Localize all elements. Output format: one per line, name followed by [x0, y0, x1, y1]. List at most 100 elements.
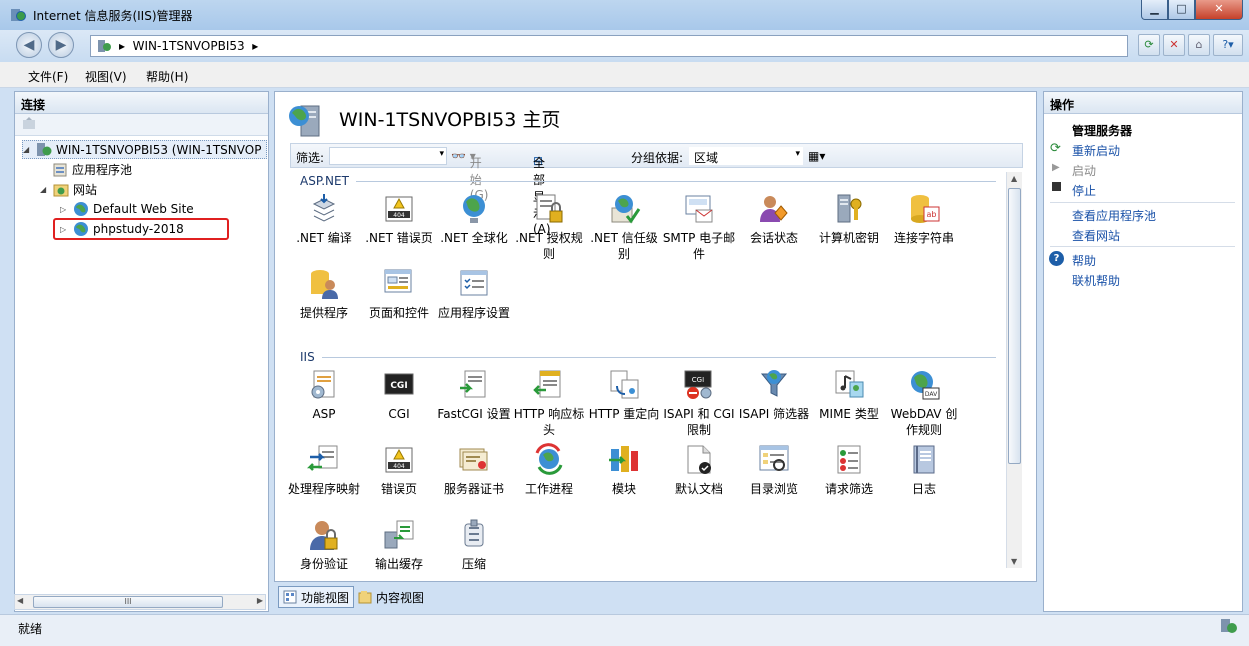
minimize-button[interactable]: ▁ — [1141, 0, 1168, 20]
feature-item[interactable]: HTTP 重定向 — [587, 368, 661, 422]
start-link[interactable]: 启动 — [1072, 162, 1096, 179]
help-link[interactable]: 帮助 — [1072, 252, 1096, 269]
menu-view[interactable]: 视图(V) — [85, 68, 127, 85]
feature-item[interactable]: DAV WebDAV 创作规则 — [887, 368, 961, 438]
feature-item[interactable]: ISAPI 筛选器 — [737, 368, 811, 422]
tab-content-view[interactable]: 内容视图 — [354, 586, 428, 608]
group-divider — [322, 357, 996, 358]
home-icon[interactable]: ⌂ — [1188, 34, 1210, 56]
feature-label: 会话状态 — [749, 231, 798, 245]
feature-item[interactable]: 请求筛选 — [812, 443, 886, 497]
feature-item[interactable]: MIME 类型 — [812, 368, 886, 422]
feature-item[interactable]: 输出缓存 — [362, 518, 436, 572]
feature-item[interactable]: 应用程序设置 — [437, 267, 511, 321]
lock-doc-icon — [532, 192, 566, 226]
feature-item[interactable]: SMTP 电子邮件 — [662, 192, 736, 262]
menu-file[interactable]: 文件(F) — [28, 68, 68, 85]
features-vscrollbar[interactable]: ▲ ▼ — [1006, 172, 1022, 568]
feature-item[interactable]: 404 错误页 — [362, 443, 436, 497]
maximize-button[interactable]: □ — [1168, 0, 1195, 20]
address-text: ▸ WIN-1TSNVOPBI53 ▸ — [119, 39, 259, 53]
forward-button[interactable]: ▶ — [48, 32, 74, 58]
feature-item[interactable]: 404 .NET 错误页 — [362, 192, 436, 246]
feature-item[interactable]: 服务器证书 — [437, 443, 511, 497]
feature-item[interactable]: ASP — [287, 368, 361, 422]
refresh-icon[interactable]: ⟳ — [1138, 34, 1160, 56]
feature-item[interactable]: 目录浏览 — [737, 443, 811, 497]
tree-node-sites[interactable]: ◢ 网站 — [40, 181, 97, 198]
feature-item[interactable]: 会话状态 — [737, 192, 811, 246]
collapse-icon[interactable]: ◢ — [40, 185, 49, 194]
tree-node-default-site[interactable]: ▷ Default Web Site — [60, 201, 194, 217]
tab-features-view[interactable]: 功能视图 — [278, 586, 355, 608]
scroll-up-icon[interactable]: ▲ — [1011, 174, 1017, 183]
feature-item[interactable]: .NET 授权规则 — [512, 192, 586, 262]
close-button[interactable]: ✕ — [1195, 0, 1243, 20]
scroll-down-icon[interactable]: ▼ — [1011, 557, 1017, 566]
view-sites-link[interactable]: 查看网站 — [1072, 227, 1120, 244]
feature-item[interactable]: FastCGI 设置 — [437, 368, 511, 422]
feature-item[interactable]: .NET 编译 — [287, 192, 361, 246]
online-help-link[interactable]: 联机帮助 — [1072, 272, 1120, 289]
groupby-select[interactable]: 区域 ▾ — [689, 147, 803, 165]
feature-item[interactable]: CGI CGI — [362, 368, 436, 422]
back-button[interactable]: ◀ — [16, 32, 42, 58]
hscroll-thumb[interactable]: III — [33, 596, 223, 608]
feature-label: ISAPI 筛选器 — [738, 407, 810, 421]
feature-item[interactable]: 页面和控件 — [362, 267, 436, 321]
db-icon: ab — [907, 192, 941, 226]
view-app-pools-link[interactable]: 查看应用程序池 — [1072, 207, 1156, 224]
feature-item[interactable]: 处理程序映射 — [287, 443, 361, 497]
highlight-annotation — [53, 218, 229, 240]
tree-node-label: WIN-1TSNVOPBI53 (WIN-1TSNVOP — [56, 142, 262, 157]
feature-item[interactable]: 计算机密钥 — [812, 192, 886, 246]
http-header-icon — [532, 368, 566, 402]
feature-item[interactable]: HTTP 响应标头 — [512, 368, 586, 438]
feature-label: 提供程序 — [299, 306, 348, 320]
feature-item[interactable]: 提供程序 — [287, 267, 361, 321]
feature-item[interactable]: 身份验证 — [287, 518, 361, 572]
help-icon[interactable]: ?▾ — [1213, 34, 1243, 56]
menu-help[interactable]: 帮助(H) — [146, 68, 188, 85]
feature-label: 处理程序映射 — [287, 482, 360, 496]
scroll-left-icon[interactable]: ◀ — [17, 596, 23, 605]
connections-hscrollbar[interactable]: ◀ III ▶ — [14, 594, 266, 610]
feature-item[interactable]: CGI ISAPI 和 CGI 限制 — [662, 368, 736, 438]
expand-icon[interactable]: ▷ — [60, 205, 69, 214]
feature-label: .NET 信任级别 — [590, 231, 658, 261]
address-bar[interactable]: ▸ WIN-1TSNVOPBI53 ▸ — [90, 35, 1128, 57]
vscroll-thumb[interactable] — [1008, 188, 1021, 464]
tree-node-server[interactable]: ◢ WIN-1TSNVOPBI53 (WIN-1TSNVOP — [22, 140, 267, 159]
tree-node-app-pools[interactable]: 应用程序池 — [52, 161, 132, 178]
feature-label: FastCGI 设置 — [437, 407, 511, 421]
feature-item[interactable]: 工作进程 — [512, 443, 586, 497]
start-filter-button[interactable]: 👓 开始(G) ▾ — [451, 149, 488, 202]
stop-link[interactable]: 停止 — [1072, 182, 1096, 199]
groupby-label: 分组依据: — [631, 151, 684, 165]
feature-label: 页面和控件 — [368, 306, 429, 320]
feature-label: 服务器证书 — [443, 482, 504, 496]
globe-icon — [74, 202, 88, 216]
collapse-icon[interactable]: ◢ — [23, 145, 32, 154]
feature-item[interactable]: ab 连接字符串 — [887, 192, 961, 246]
feature-item[interactable]: 模块 — [587, 443, 661, 497]
group-header: IIS — [300, 350, 315, 364]
view-mode-icon[interactable]: ▦▾ — [808, 149, 825, 163]
feature-item[interactable]: 默认文档 — [662, 443, 736, 497]
stop-nav-icon[interactable]: ✕ — [1163, 34, 1185, 56]
feature-label: WebDAV 创作规则 — [890, 407, 958, 437]
feature-label: ISAPI 和 CGI 限制 — [663, 407, 735, 437]
iis-app-icon — [11, 9, 26, 21]
scroll-right-icon[interactable]: ▶ — [257, 596, 263, 605]
feature-item[interactable]: .NET 全球化 — [437, 192, 511, 246]
connect-icon[interactable] — [21, 117, 37, 131]
feature-item[interactable]: .NET 信任级别 — [587, 192, 661, 262]
mime-icon — [832, 368, 866, 402]
app-pool-icon — [53, 163, 67, 176]
feature-item[interactable]: 压缩 — [437, 518, 511, 572]
log-icon — [907, 443, 941, 477]
feature-item[interactable]: 日志 — [887, 443, 961, 497]
filter-input[interactable]: ▾ — [329, 147, 447, 165]
mail-icon — [682, 192, 716, 226]
restart-link[interactable]: 重新启动 — [1072, 142, 1120, 159]
